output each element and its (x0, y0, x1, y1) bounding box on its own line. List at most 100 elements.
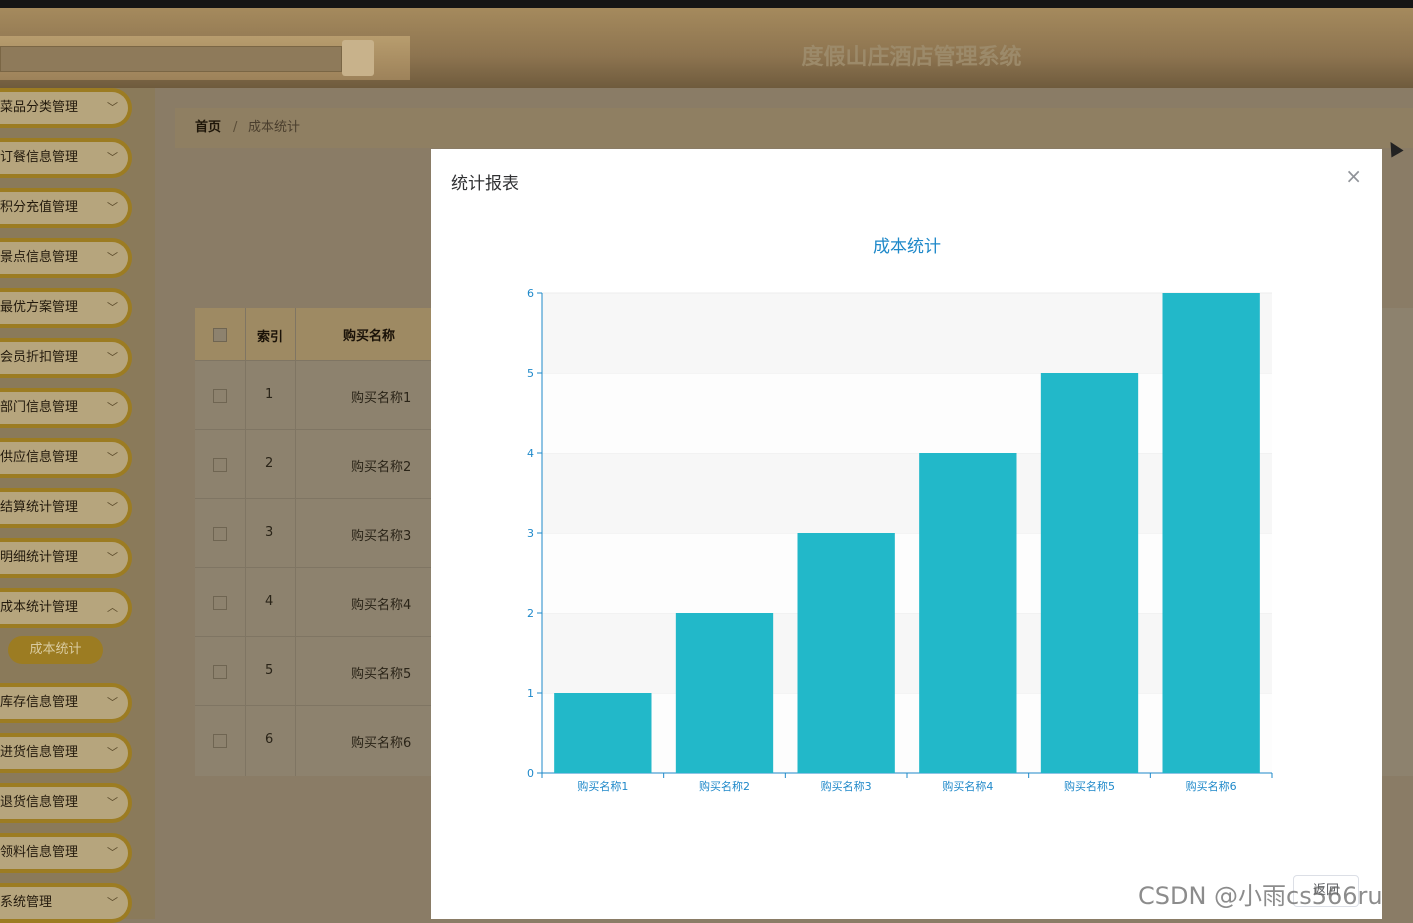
sidebar-subitem-cost-stats[interactable]: 成本统计 (8, 636, 103, 664)
sidebar-item-scenic-info[interactable]: 景点信息管理 ﹀ (0, 238, 132, 278)
bar-chart: 成本统计 0 1 2 3 4 5 6 购买名称1 购买名称2 购买名称3 购买名称4 购买名称5 购买名称… (527, 237, 1273, 793)
column-header-name[interactable]: 购买名称 (343, 325, 395, 344)
header-knob[interactable] (342, 40, 374, 76)
select-all-checkbox[interactable] (213, 328, 227, 342)
sidebar-item-department-info[interactable]: 部门信息管理 ﹀ (0, 388, 132, 428)
bar-6 (1162, 293, 1260, 773)
sidebar-item-order-info[interactable]: 订餐信息管理 ﹀ (0, 138, 132, 178)
x-tick-label: 购买名称5 (1064, 779, 1115, 793)
chevron-down-icon: ﹀ (107, 201, 118, 214)
cell-name: 购买名称5 (351, 667, 412, 682)
sidebar-item-label: 供应信息管理 (0, 450, 79, 465)
bar-1 (554, 693, 652, 773)
chevron-down-icon: ﹀ (107, 151, 118, 164)
x-tick-label: 购买名称3 (821, 779, 872, 793)
table-row[interactable]: 5 购买名称5 (195, 636, 435, 706)
y-tick-label: 3 (527, 527, 534, 540)
y-tick-label: 0 (527, 767, 534, 780)
row-checkbox[interactable] (213, 665, 227, 679)
sidebar-item-label: 退货信息管理 (0, 795, 79, 810)
sidebar-item-best-plan[interactable]: 最优方案管理 ﹀ (0, 288, 132, 328)
watermark: CSDN @小雨cs566ru (1138, 882, 1383, 910)
sidebar-item-label: 会员折扣管理 (0, 350, 79, 365)
app-title: 度假山庄酒店管理系统 (801, 45, 1022, 70)
sidebar-item-points-recharge[interactable]: 积分充值管理 ﹀ (0, 188, 132, 228)
y-tick-label: 1 (527, 687, 534, 700)
sidebar-item-label: 景点信息管理 (0, 250, 79, 265)
chevron-up-icon: ︿ (107, 601, 118, 614)
chevron-down-icon: ﹀ (107, 796, 118, 809)
sidebar-item-inventory-info[interactable]: 库存信息管理 ﹀ (0, 683, 132, 723)
row-checkbox[interactable] (213, 527, 227, 541)
table-header: 索引 购买名称 (195, 308, 435, 360)
chevron-down-icon: ﹀ (107, 896, 118, 909)
sidebar-item-label: 明细统计管理 (0, 550, 79, 565)
x-tick-label: 购买名称2 (699, 779, 750, 793)
row-checkbox[interactable] (213, 389, 227, 403)
x-tick-label: 购买名称1 (577, 779, 628, 793)
cell-index: 1 (265, 387, 274, 402)
sidebar-item-label: 系统管理 (0, 895, 53, 910)
chevron-down-icon: ﹀ (107, 696, 118, 709)
cell-name: 购买名称2 (351, 460, 412, 475)
sidebar-item-label: 成本统计管理 (0, 600, 79, 615)
cell-index: 5 (265, 663, 274, 678)
y-tick-label: 6 (527, 287, 534, 300)
table-row[interactable]: 1 购买名称1 (195, 360, 435, 430)
cell-index: 2 (265, 456, 274, 471)
table-row[interactable]: 4 购买名称4 (195, 567, 435, 637)
bar-3 (797, 533, 895, 773)
row-checkbox[interactable] (213, 458, 227, 472)
sidebar-item-label: 菜品分类管理 (0, 100, 79, 115)
breadcrumb-separator: / (233, 120, 238, 135)
y-tick-label: 2 (527, 607, 534, 620)
cell-name: 购买名称3 (351, 529, 412, 544)
bar-5 (1040, 373, 1139, 773)
sidebar-item-system[interactable]: 系统管理 ﹀ (0, 883, 132, 923)
sidebar: 菜品分类管理 ﹀ 订餐信息管理 ﹀ 积分充值管理 ﹀ 景点信息管理 ﹀ 最优方案管理 ﹀ … (0, 88, 155, 923)
header-search-area (0, 36, 410, 80)
sidebar-item-cost-stats[interactable]: 成本统计管理 ︿ (0, 588, 132, 628)
sidebar-item-dish-category[interactable]: 菜品分类管理 ﹀ (0, 88, 132, 128)
column-header-index: 索引 (257, 330, 284, 345)
chevron-down-icon: ﹀ (107, 846, 118, 859)
sidebar-item-return-info[interactable]: 退货信息管理 ﹀ (0, 783, 132, 823)
sidebar-item-label: 最优方案管理 (0, 300, 79, 315)
window-top-bar (0, 0, 1413, 8)
bar-4 (919, 453, 1017, 773)
cell-name: 购买名称6 (351, 736, 412, 751)
sidebar-item-supply-info[interactable]: 供应信息管理 ﹀ (0, 438, 132, 478)
row-checkbox[interactable] (213, 734, 227, 748)
sidebar-item-material-info[interactable]: 领料信息管理 ﹀ (0, 833, 132, 873)
sidebar-item-settlement-stats[interactable]: 结算统计管理 ﹀ (0, 488, 132, 528)
sidebar-item-member-discount[interactable]: 会员折扣管理 ﹀ (0, 338, 132, 378)
breadcrumb-current: 成本统计 (248, 120, 301, 135)
data-table: 索引 购买名称 1 购买名称1 2 购买名称2 3 购买名称3 4 购买名称4 5 购买名… (195, 308, 435, 776)
table-row[interactable]: 3 购买名称3 (195, 498, 435, 568)
chevron-down-icon: ﹀ (107, 351, 118, 364)
sidebar-item-label: 结算统计管理 (0, 500, 79, 515)
header-input-bar[interactable] (0, 46, 342, 72)
sidebar-item-purchase-info[interactable]: 进货信息管理 ﹀ (0, 733, 132, 773)
sidebar-item-label: 库存信息管理 (0, 695, 79, 710)
x-tick-label: 购买名称6 (1186, 779, 1237, 793)
row-checkbox[interactable] (213, 596, 227, 610)
table-row[interactable]: 6 购买名称6 (195, 705, 435, 775)
chevron-down-icon: ﹀ (107, 551, 118, 564)
sidebar-item-label: 领料信息管理 (0, 845, 79, 860)
x-tick-label: 购买名称4 (942, 779, 993, 793)
chevron-down-icon: ﹀ (107, 401, 118, 414)
chevron-down-icon: ﹀ (107, 746, 118, 759)
breadcrumb-home[interactable]: 首页 (195, 108, 221, 148)
sidebar-item-label: 部门信息管理 (0, 400, 79, 415)
table-row[interactable]: 2 购买名称2 (195, 429, 435, 499)
sidebar-item-label: 进货信息管理 (0, 745, 79, 760)
chevron-down-icon: ﹀ (107, 301, 118, 314)
stats-dialog: 统计报表 × 成本统计 0 1 2 3 4 5 6 购买名称1 购买名称2 购买名称3 购买名称4 购买… (431, 149, 1382, 919)
cell-name: 购买名称4 (351, 598, 412, 613)
cell-name: 购买名称1 (351, 391, 412, 406)
sidebar-item-detail-stats[interactable]: 明细统计管理 ﹀ (0, 538, 132, 578)
chevron-down-icon: ﹀ (107, 101, 118, 114)
app-header: 度假山庄酒店管理系统 (0, 8, 1413, 88)
cell-index: 4 (265, 594, 274, 609)
